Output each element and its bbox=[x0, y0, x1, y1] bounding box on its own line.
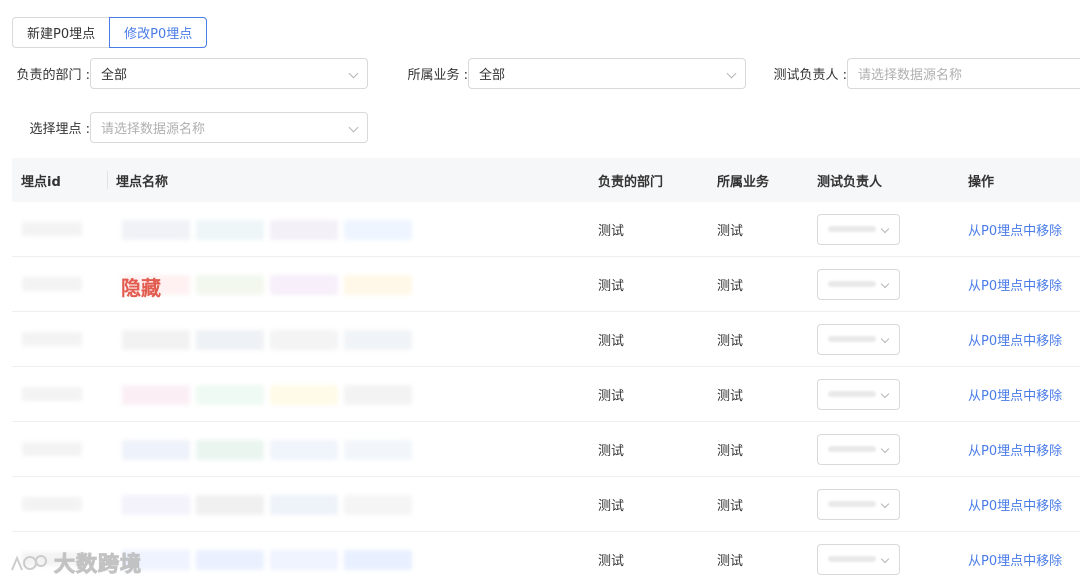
masked-point-name bbox=[122, 220, 412, 240]
masked-point-name bbox=[122, 550, 412, 570]
chevron-down-icon bbox=[880, 279, 890, 289]
column-header-tester: 测试负责人 bbox=[817, 174, 883, 190]
chevron-down-icon bbox=[880, 389, 890, 399]
table-body: 测试 测试 从P0埋点中移除 隐藏 测试 测试 从P0埋点中移除 测试 测试 从P0埋点中移除 测试… bbox=[12, 202, 1080, 583]
masked-point-name bbox=[122, 385, 412, 405]
masked-point-name bbox=[122, 495, 412, 515]
tester-cell-select[interactable] bbox=[817, 434, 900, 465]
department-select-value: 全部 bbox=[101, 68, 128, 83]
tester-cell-select[interactable] bbox=[817, 544, 900, 575]
remove-from-p0-link[interactable]: 从P0埋点中移除 bbox=[968, 532, 1062, 583]
remove-from-p0-link[interactable]: 从P0埋点中移除 bbox=[968, 422, 1062, 477]
masked-point-id bbox=[22, 222, 82, 236]
masked-tester-value bbox=[828, 336, 876, 342]
cell-department: 测试 bbox=[598, 554, 625, 569]
tester-cell-select[interactable] bbox=[817, 324, 900, 355]
chevron-down-icon bbox=[348, 122, 359, 133]
tester-cell-select[interactable] bbox=[817, 269, 900, 300]
masked-point-id bbox=[22, 332, 82, 346]
masked-tester-value bbox=[828, 281, 876, 287]
filter-department: 负责的部门 : 全部 bbox=[12, 58, 368, 89]
cell-department: 测试 bbox=[598, 279, 625, 294]
masked-tester-value bbox=[828, 446, 876, 452]
p0-points-table: 埋点id 埋点名称 负责的部门 所属业务 测试负责人 操作 测试 测试 从P0埋点中… bbox=[12, 158, 1080, 583]
chevron-down-icon bbox=[880, 554, 890, 564]
table-row: 测试 测试 从P0埋点中移除 bbox=[12, 477, 1080, 532]
column-divider bbox=[107, 171, 108, 189]
cell-business: 测试 bbox=[717, 224, 744, 239]
masked-point-name bbox=[122, 275, 412, 295]
p0-tab-group: 新建P0埋点 修改P0埋点 bbox=[12, 17, 208, 48]
tester-select-placeholder: 请选择数据源名称 bbox=[858, 68, 963, 83]
chevron-down-icon bbox=[880, 444, 890, 454]
table-row: 测试 测试 从P0埋点中移除 bbox=[12, 312, 1080, 367]
table-row: 测试 测试 从P0埋点中移除 bbox=[12, 532, 1080, 583]
business-filter-label: 所属业务 : bbox=[407, 68, 468, 83]
masked-point-id bbox=[22, 277, 82, 291]
cell-business: 测试 bbox=[717, 554, 744, 569]
cell-department: 测试 bbox=[598, 224, 625, 239]
column-header-point-name: 埋点名称 bbox=[116, 174, 169, 190]
column-header-action: 操作 bbox=[968, 174, 995, 190]
filter-point: 选择埋点 : 请选择数据源名称 bbox=[12, 112, 368, 143]
point-select-placeholder: 请选择数据源名称 bbox=[101, 122, 206, 137]
watermark-logo-icon bbox=[11, 555, 47, 571]
point-filter-label: 选择埋点 : bbox=[29, 122, 90, 137]
tab-modify-p0[interactable]: 修改P0埋点 bbox=[109, 17, 208, 48]
masked-point-id bbox=[22, 497, 82, 511]
business-select[interactable]: 全部 bbox=[468, 58, 746, 89]
table-row: 测试 测试 从P0埋点中移除 bbox=[12, 422, 1080, 477]
department-filter-label: 负责的部门 : bbox=[16, 68, 90, 83]
filter-business: 所属业务 : 全部 bbox=[400, 58, 746, 89]
masked-tester-value bbox=[828, 226, 876, 232]
column-header-department: 负责的部门 bbox=[598, 174, 664, 190]
column-header-point-id: 埋点id bbox=[21, 174, 61, 190]
cell-business: 测试 bbox=[717, 389, 744, 404]
cell-business: 测试 bbox=[717, 499, 744, 514]
masked-tester-value bbox=[828, 391, 876, 397]
chevron-down-icon bbox=[880, 334, 890, 344]
business-select-value: 全部 bbox=[479, 68, 506, 83]
tester-filter-label: 测试负责人 : bbox=[773, 68, 847, 83]
hidden-label: 隐藏 bbox=[121, 276, 161, 300]
tester-cell-select[interactable] bbox=[817, 489, 900, 520]
column-header-business: 所属业务 bbox=[717, 174, 770, 190]
cell-business: 测试 bbox=[717, 279, 744, 294]
cell-business: 测试 bbox=[717, 334, 744, 349]
table-row: 测试 测试 从P0埋点中移除 bbox=[12, 367, 1080, 422]
table-header: 埋点id 埋点名称 负责的部门 所属业务 测试负责人 操作 bbox=[12, 158, 1080, 202]
tester-select[interactable]: 请选择数据源名称 bbox=[847, 58, 1080, 89]
remove-from-p0-link[interactable]: 从P0埋点中移除 bbox=[968, 202, 1062, 257]
department-select[interactable]: 全部 bbox=[90, 58, 368, 89]
tab-new-p0[interactable]: 新建P0埋点 bbox=[12, 17, 110, 48]
masked-point-id bbox=[22, 387, 82, 401]
cell-business: 测试 bbox=[717, 444, 744, 459]
masked-tester-value bbox=[828, 501, 876, 507]
tester-cell-select[interactable] bbox=[817, 379, 900, 410]
remove-from-p0-link[interactable]: 从P0埋点中移除 bbox=[968, 257, 1062, 312]
remove-from-p0-link[interactable]: 从P0埋点中移除 bbox=[968, 312, 1062, 367]
cell-department: 测试 bbox=[598, 499, 625, 514]
masked-point-name bbox=[122, 330, 412, 350]
masked-point-name bbox=[122, 440, 412, 460]
chevron-down-icon bbox=[880, 224, 890, 234]
table-row: 隐藏 测试 测试 从P0埋点中移除 bbox=[12, 257, 1080, 312]
watermark-text: 大数跨境 bbox=[54, 552, 142, 577]
cell-department: 测试 bbox=[598, 444, 625, 459]
tester-cell-select[interactable] bbox=[817, 214, 900, 245]
table-row: 测试 测试 从P0埋点中移除 bbox=[12, 202, 1080, 257]
cell-department: 测试 bbox=[598, 334, 625, 349]
filter-tester: 测试负责人 : 请选择数据源名称 bbox=[770, 58, 1080, 89]
point-select[interactable]: 请选择数据源名称 bbox=[90, 112, 368, 143]
masked-tester-value bbox=[828, 556, 876, 562]
chevron-down-icon bbox=[348, 68, 359, 79]
cell-department: 测试 bbox=[598, 389, 625, 404]
remove-from-p0-link[interactable]: 从P0埋点中移除 bbox=[968, 367, 1062, 422]
chevron-down-icon bbox=[726, 68, 737, 79]
masked-point-id bbox=[22, 442, 82, 456]
remove-from-p0-link[interactable]: 从P0埋点中移除 bbox=[968, 477, 1062, 532]
watermark: 大数跨境 bbox=[8, 548, 142, 578]
chevron-down-icon bbox=[880, 499, 890, 509]
